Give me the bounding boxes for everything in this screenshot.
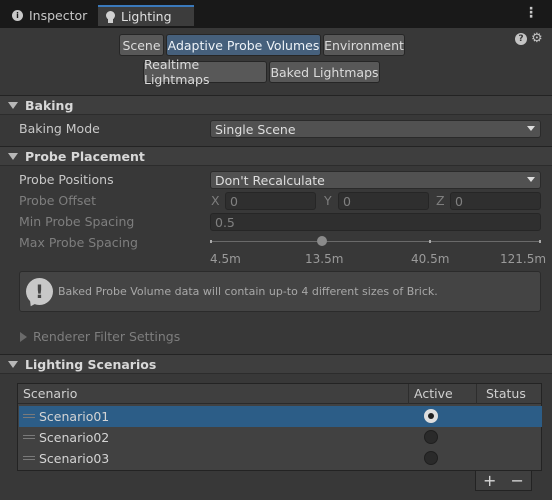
column-divider[interactable] [476,384,477,404]
scenarios-list-header: Scenario Active Status [18,384,541,404]
warning-speech-icon: ! [26,278,53,305]
active-radio-button[interactable] [424,409,438,423]
lighting-scenarios-section-header[interactable]: Lighting Scenarios [0,354,552,374]
column-header-active[interactable]: Active [414,386,453,401]
environment-button[interactable]: Environment [323,34,405,56]
remove-scenario-button[interactable]: − [511,471,524,490]
baking-mode-label: Baking Mode [19,121,100,136]
baked-lightmaps-button[interactable]: Baked Lightmaps [269,61,380,83]
renderer-filter-foldout[interactable]: Renderer Filter Settings [20,329,180,344]
gear-icon[interactable]: ⚙ [531,31,543,46]
chevron-down-icon [527,126,535,131]
section-title: Lighting Scenarios [25,356,157,372]
column-header-status[interactable]: Status [486,386,526,401]
scenario-name: Scenario02 [39,430,110,445]
chevron-down-icon [527,177,535,182]
probe-positions-dropdown[interactable]: Don't Recalculate [210,171,541,189]
scenario-row[interactable]: Scenario02 [19,427,542,448]
min-probe-spacing-field[interactable]: 0.5 [210,213,541,231]
list-footer: + − [475,471,532,491]
axis-x-label: X [211,193,220,208]
foldout-expanded-icon [8,101,18,109]
column-header-scenario[interactable]: Scenario [23,386,77,401]
tab-label: Lighting [121,9,172,24]
dropdown-value: Don't Recalculate [215,172,325,188]
slider-tick-label: 121.5m [500,252,547,266]
section-title: Probe Placement [25,148,145,164]
axis-z-label: Z [436,193,445,208]
slider-tick-label: 4.5m [210,252,241,266]
scenario-row[interactable]: Scenario01 [19,406,542,427]
section-title: Baking [25,97,74,113]
adaptive-probe-volumes-button[interactable]: Adaptive Probe Volumes [166,34,321,56]
probe-placement-section-header[interactable]: Probe Placement [0,146,552,166]
info-icon: i [12,10,23,21]
max-probe-spacing-label: Max Probe Spacing [19,235,138,250]
tab-inspector[interactable]: i Inspector [4,5,96,26]
probe-offset-label: Probe Offset [19,193,96,208]
foldout-collapsed-icon [20,331,27,342]
baking-mode-dropdown[interactable]: Single Scene [210,120,541,138]
probe-offset-y-field[interactable]: 0 [338,192,429,210]
probe-offset-z-field[interactable]: 0 [450,192,541,210]
tab-label: Inspector [29,8,88,23]
help-box-text: Baked Probe Volume data will contain up-… [58,285,438,298]
probe-positions-label: Probe Positions [19,172,114,187]
info-help-box: ! Baked Probe Volume data will contain u… [19,271,541,312]
active-radio-button[interactable] [424,451,438,465]
max-probe-spacing-slider-handle[interactable] [317,236,327,246]
help-icon[interactable]: ? [515,33,527,45]
slider-tick [539,240,541,243]
foldout-expanded-icon [8,152,18,160]
scenarios-list: Scenario Active Status Scenario01 Scenar… [17,383,542,471]
drag-handle-icon[interactable] [23,454,35,462]
add-scenario-button[interactable]: + [483,471,496,490]
lightbulb-icon [106,10,115,23]
slider-tick-label: 40.5m [411,252,450,266]
drag-handle-icon[interactable] [23,412,35,420]
slider-tick-label: 13.5m [305,252,344,266]
more-options-icon[interactable]: ⋮ [524,6,538,20]
scenario-name: Scenario03 [39,451,110,466]
scenario-name: Scenario01 [39,409,110,424]
dropdown-value: Single Scene [215,121,296,137]
tab-lighting[interactable]: Lighting [98,5,194,26]
scenario-row[interactable]: Scenario03 [19,448,542,469]
scene-button[interactable]: Scene [119,34,164,56]
probe-offset-x-field[interactable]: 0 [225,192,316,210]
realtime-lightmaps-button[interactable]: Realtime Lightmaps [143,57,267,87]
column-divider[interactable] [408,384,409,404]
max-probe-spacing-slider-track[interactable] [210,241,541,242]
drag-handle-icon[interactable] [23,433,35,441]
active-radio-button[interactable] [424,430,438,444]
renderer-filter-label: Renderer Filter Settings [33,329,181,344]
min-probe-spacing-label: Min Probe Spacing [19,214,135,229]
slider-tick [429,240,431,243]
axis-y-label: Y [324,193,332,208]
baking-section-header[interactable]: Baking [0,95,552,115]
slider-tick [210,240,212,243]
foldout-expanded-icon [8,360,18,368]
